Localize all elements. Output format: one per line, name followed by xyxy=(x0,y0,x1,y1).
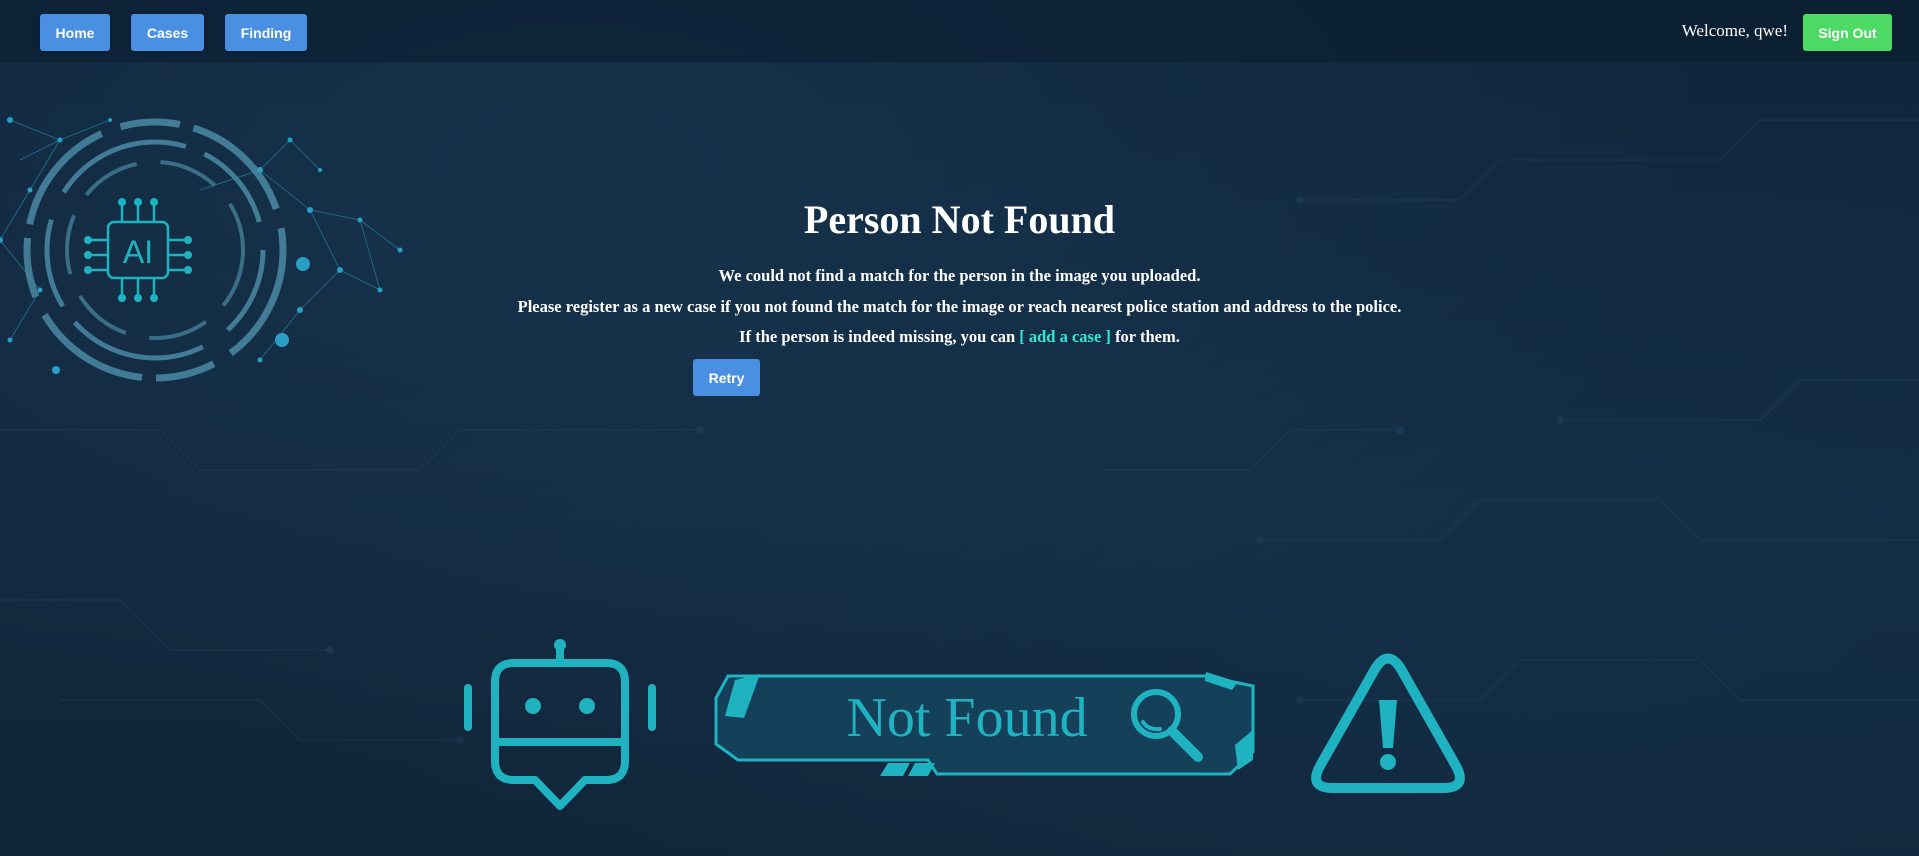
home-button[interactable]: Home xyxy=(40,14,110,51)
robot-chat-icon xyxy=(464,639,656,810)
finding-button[interactable]: Finding xyxy=(225,14,307,51)
message-line-3-prefix: If the person is indeed missing, you can xyxy=(739,327,1020,346)
not-found-banner: Not Found xyxy=(714,672,1255,776)
retry-button[interactable]: Retry xyxy=(693,359,760,396)
not-found-illustration: Not Found xyxy=(464,639,1465,810)
message-line-3: If the person is indeed missing, you can… xyxy=(0,327,1919,347)
add-case-link[interactable]: [ add a case ] xyxy=(1019,327,1111,346)
sign-out-button[interactable]: Sign Out xyxy=(1803,14,1892,51)
message-line-3-suffix: for them. xyxy=(1110,327,1180,346)
message-line-2: Please register as a new case if you not… xyxy=(517,297,1402,316)
page-title: Person Not Found xyxy=(803,197,1116,242)
message-line-1: We could not find a match for the person… xyxy=(718,266,1201,285)
not-found-banner-text: Not Found xyxy=(846,687,1087,749)
welcome-text: Welcome, qwe! xyxy=(1681,21,1788,40)
warning-triangle-icon xyxy=(1311,653,1465,793)
top-navbar: Home Cases Finding Welcome, qwe! Sign Ou… xyxy=(0,0,1919,63)
cases-button[interactable]: Cases xyxy=(131,14,204,51)
